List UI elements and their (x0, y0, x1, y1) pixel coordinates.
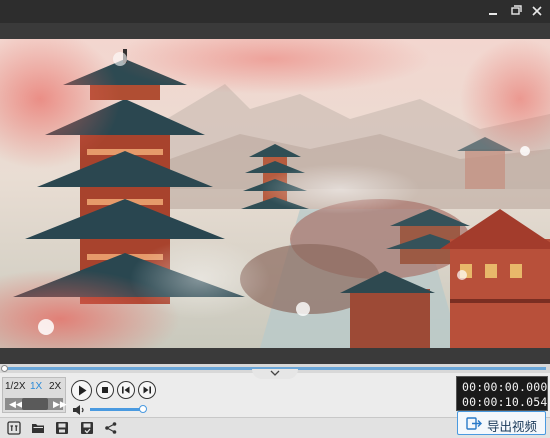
video-preview[interactable] (0, 39, 550, 348)
play-button[interactable] (71, 380, 92, 401)
frame-step-handle[interactable] (22, 398, 48, 410)
title-bar (0, 0, 550, 23)
rewind-icon[interactable]: ◀◀ (9, 398, 23, 410)
video-editor-window: 1/2X 1X 2X ◀◀ ▶▶ 00:00:00.000 00:00:10.0… (0, 0, 550, 438)
save-icon[interactable] (55, 421, 69, 435)
speed-option-1x[interactable]: 1X (30, 381, 42, 392)
speed-selector: 1/2X 1X 2X ◀◀ ▶▶ (2, 377, 67, 413)
total-duration: 00:00:10.054 (462, 395, 548, 409)
timeline-handle[interactable] (1, 365, 8, 372)
chevron-down-icon (270, 370, 280, 376)
minimize-icon[interactable] (483, 2, 503, 20)
current-time: 00:00:00.000 (462, 380, 548, 394)
video-top-border (0, 23, 550, 39)
volume-handle[interactable] (139, 405, 147, 413)
play-icon (79, 385, 87, 396)
frame-step-bar: ◀◀ ▶▶ (5, 398, 67, 410)
stop-button[interactable] (96, 381, 114, 399)
subtitle-icon[interactable] (7, 421, 21, 435)
speed-option-2x[interactable]: 2X (49, 381, 61, 392)
restore-icon[interactable] (505, 2, 525, 20)
share-icon[interactable] (104, 421, 118, 435)
save-as-icon[interactable] (80, 421, 94, 435)
next-frame-icon (143, 386, 151, 394)
volume-icon[interactable] (72, 405, 86, 415)
volume-level (90, 408, 144, 411)
collapse-toggle[interactable] (252, 369, 298, 379)
speed-option-half[interactable]: 1/2X (5, 381, 26, 392)
prev-frame-button[interactable] (117, 381, 135, 399)
next-frame-button[interactable] (138, 381, 156, 399)
time-display: 00:00:00.000 00:00:10.054 (456, 376, 548, 411)
open-folder-icon[interactable] (31, 421, 45, 435)
export-video-icon (466, 417, 482, 430)
volume-slider[interactable] (90, 408, 144, 411)
video-frame-image (0, 39, 550, 348)
fast-forward-icon[interactable]: ▶▶ (53, 398, 67, 410)
stop-icon (102, 387, 108, 393)
export-video-button[interactable]: 导出视频 (457, 411, 546, 435)
prev-frame-icon (122, 386, 130, 394)
close-icon[interactable] (527, 2, 547, 20)
export-video-label: 导出视频 (487, 420, 538, 434)
